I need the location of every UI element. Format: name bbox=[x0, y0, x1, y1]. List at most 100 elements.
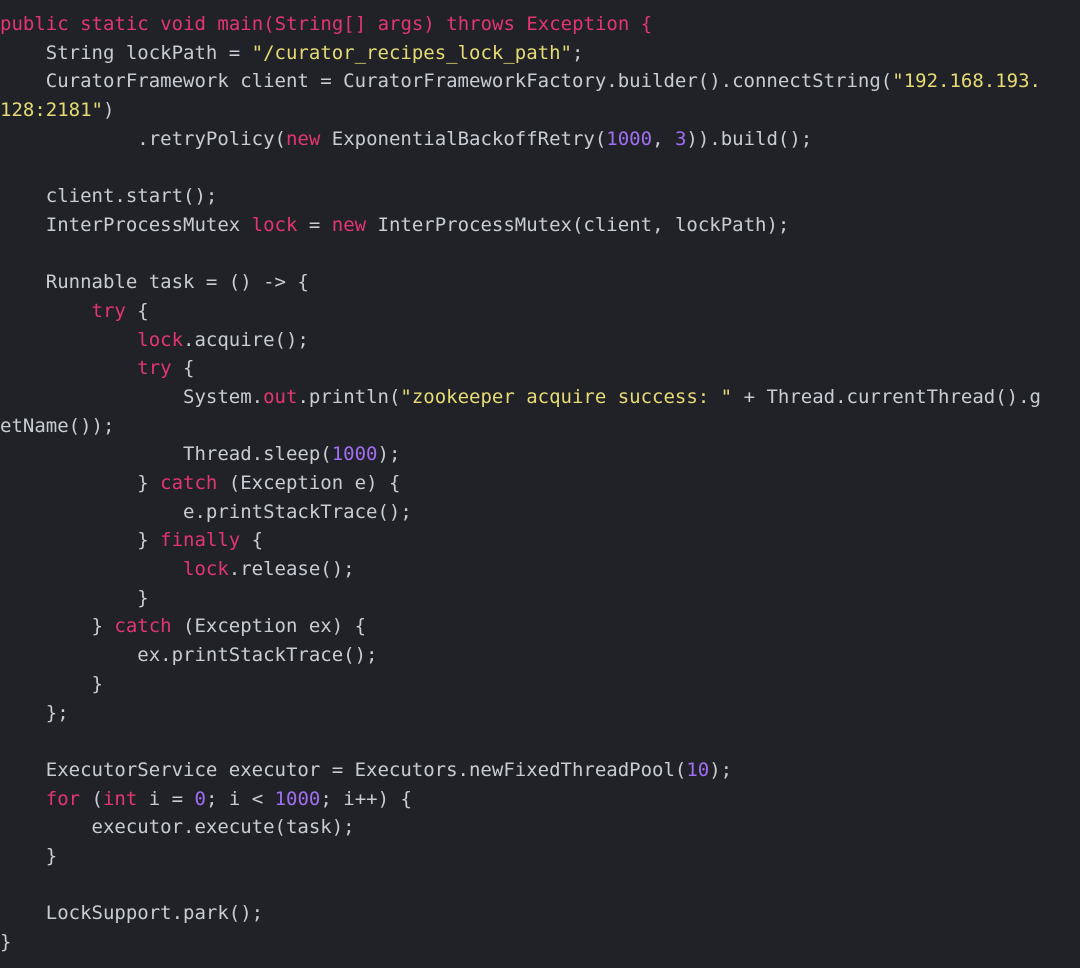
code-token-pln: executor.execute(task); bbox=[0, 816, 355, 839]
code-line: LockSupport.park(); bbox=[0, 899, 1080, 928]
code-token-kw: finally bbox=[160, 529, 241, 552]
code-token-kw: try bbox=[91, 299, 126, 322]
code-line-blank: ​ bbox=[0, 871, 1080, 900]
code-token-kw: catch bbox=[160, 472, 218, 494]
code-token-num: 1000 bbox=[606, 127, 653, 150]
code-line: client.start(); bbox=[0, 182, 1080, 211]
code-line: try { bbox=[0, 297, 1080, 326]
code-token-kw: int bbox=[102, 787, 138, 810]
code-line: .retryPolicy(new ExponentialBackoffRetry… bbox=[0, 125, 1080, 154]
code-line: } catch (Exception e) { bbox=[0, 469, 1080, 498]
code-token-num: 1000 bbox=[274, 787, 321, 810]
code-line: ex.printStackTrace(); bbox=[0, 641, 1080, 670]
code-token-pln bbox=[435, 13, 446, 35]
code-token-pln: } bbox=[0, 586, 149, 609]
code-token-pln: e.printStackTrace(); bbox=[0, 500, 412, 523]
code-token-pln bbox=[0, 788, 46, 810]
code-line: executor.execute(task); bbox=[0, 813, 1080, 842]
code-line: InterProcessMutex lock = new InterProces… bbox=[0, 211, 1080, 240]
code-token-pln bbox=[515, 13, 526, 35]
code-token-pln: ) bbox=[102, 99, 115, 122]
code-token-pln: (Exception e) { bbox=[217, 472, 401, 494]
code-token-kw: void bbox=[160, 13, 206, 35]
code-token-ent: { bbox=[629, 13, 653, 35]
code-token-pln: CuratorFramework client = CuratorFramewo… bbox=[0, 70, 893, 93]
code-token-pln: client.start(); bbox=[0, 185, 218, 208]
code-token-ent: String[] bbox=[274, 13, 367, 35]
code-token-kw: try bbox=[137, 357, 172, 380]
code-line-blank: ​ bbox=[0, 240, 1080, 269]
code-token-num: 0 bbox=[194, 787, 206, 810]
code-token-num: 10 bbox=[686, 758, 710, 781]
code-token-ent: lock bbox=[183, 558, 229, 581]
code-token-pln: ); bbox=[377, 443, 401, 466]
code-token-pln: } bbox=[0, 672, 103, 695]
code-token-kw: static bbox=[80, 13, 149, 35]
code-token-kw: public bbox=[0, 13, 69, 35]
code-token-str: "192.168.193. bbox=[892, 70, 1041, 93]
code-token-ent: lock bbox=[137, 328, 184, 351]
code-token-pln: { bbox=[171, 357, 195, 380]
code-line: } finally { bbox=[0, 526, 1080, 555]
code-token-pln: } bbox=[0, 529, 161, 552]
code-token-ent: args bbox=[377, 13, 424, 35]
code-token-pln bbox=[206, 13, 217, 35]
code-token-ent: lock bbox=[251, 213, 298, 236]
code-token-pln: InterProcessMutex bbox=[0, 213, 252, 236]
code-token-pln: + Thread.currentThread().g bbox=[732, 385, 1041, 408]
code-line-wrapped-continuation: etName()); bbox=[0, 412, 1080, 441]
code-line: lock.acquire(); bbox=[0, 326, 1080, 355]
code-token-pln: .println( bbox=[297, 385, 401, 408]
code-token-pln: ; i < bbox=[205, 787, 275, 810]
code-line: } bbox=[0, 584, 1080, 613]
code-token-str: "/curator_recipes_lock_path" bbox=[251, 41, 572, 64]
code-token-pln: } bbox=[0, 844, 58, 867]
code-token-ent: main bbox=[217, 13, 264, 35]
code-token-kw: for bbox=[45, 787, 81, 810]
code-token-ent: out bbox=[263, 385, 298, 408]
code-token-pln: ; bbox=[571, 41, 584, 64]
code-token-pln: )).build(); bbox=[686, 127, 813, 150]
code-token-pln: , bbox=[652, 127, 675, 150]
code-line-wrapped-continuation: 128:2181") bbox=[0, 96, 1080, 125]
code-line: }; bbox=[0, 699, 1080, 728]
code-token-pln: { bbox=[125, 299, 149, 322]
code-token-pln: ExecutorService executor = Executors.new… bbox=[0, 758, 687, 781]
code-token-num: 1000 bbox=[331, 443, 378, 466]
code-line: String lockPath = "/curator_recipes_lock… bbox=[0, 39, 1080, 68]
code-token-ent: Exception bbox=[526, 13, 630, 35]
code-line: } bbox=[0, 842, 1080, 871]
code-token-kw: new bbox=[285, 127, 321, 150]
code-line: try { bbox=[0, 354, 1080, 383]
code-token-kw: new bbox=[331, 213, 367, 236]
code-token-pln bbox=[0, 357, 137, 379]
code-line: e.printStackTrace(); bbox=[0, 498, 1080, 527]
code-token-kw: throws bbox=[446, 13, 515, 35]
code-token-pln: etName()); bbox=[0, 414, 115, 437]
code-token-pln: .retryPolicy( bbox=[0, 127, 286, 150]
code-line: Runnable task = () -> { bbox=[0, 268, 1080, 297]
code-token-pln: .release(); bbox=[228, 558, 355, 581]
code-token-pln bbox=[149, 13, 160, 35]
code-token-ent: ) bbox=[423, 13, 435, 35]
code-token-pln: { bbox=[240, 529, 264, 552]
code-token-pln: String lockPath = bbox=[0, 41, 252, 64]
code-line: Thread.sleep(1000); bbox=[0, 440, 1080, 469]
code-token-pln: (Exception ex) { bbox=[171, 615, 367, 638]
code-token-pln: i = bbox=[137, 787, 195, 810]
code-token-pln: .acquire(); bbox=[183, 328, 309, 351]
code-token-pln: }; bbox=[0, 701, 69, 724]
code-editor-content[interactable]: public static void main(String[] args) t… bbox=[0, 0, 1080, 968]
code-line-blank: ​ bbox=[0, 153, 1080, 182]
code-line: } bbox=[0, 928, 1080, 957]
code-line: System.out.println("zookeeper acquire su… bbox=[0, 383, 1080, 412]
code-token-str: "zookeeper acquire success: " bbox=[400, 385, 733, 408]
code-token-pln bbox=[366, 13, 377, 35]
code-token-pln: } bbox=[0, 931, 12, 953]
code-token-pln: } bbox=[0, 472, 161, 494]
code-token-pln: ExponentialBackoffRetry( bbox=[320, 127, 607, 150]
code-line-blank: ​ bbox=[0, 727, 1080, 756]
code-token-pln: LockSupport.park(); bbox=[0, 902, 264, 925]
code-token-pln: Thread.sleep( bbox=[0, 443, 332, 466]
code-token-pln bbox=[0, 329, 137, 351]
